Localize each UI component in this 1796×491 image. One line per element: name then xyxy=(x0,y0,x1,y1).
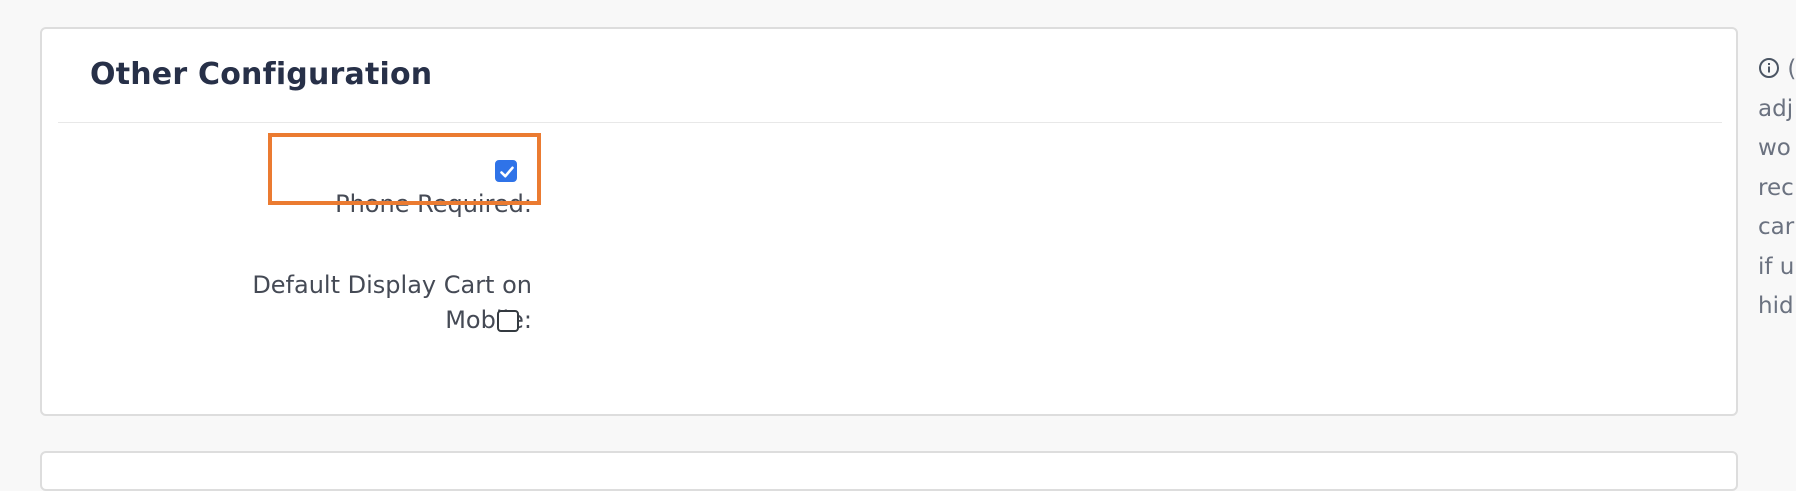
phone-required-label-text: Phone Required: xyxy=(335,190,532,218)
side-note-line-5: car xyxy=(1758,214,1795,240)
info-icon xyxy=(1759,58,1779,78)
side-note-text-1: ( xyxy=(1787,56,1796,82)
side-note-line-4: rec xyxy=(1758,174,1794,201)
phone-required-row: Phone Required: xyxy=(42,163,532,233)
phone-required-label: Phone Required: xyxy=(335,185,532,224)
other-configuration-card: Other Configuration Phone Required: Defa… xyxy=(40,27,1738,416)
default-display-cart-mobile-row: Default Display Cart on Mobile: xyxy=(42,271,532,376)
default-display-cart-mobile-checkbox[interactable] xyxy=(497,310,519,332)
side-note-line-3: wo xyxy=(1758,135,1791,161)
side-note-line-2: adj xyxy=(1758,95,1794,122)
side-note-line-6: if u xyxy=(1758,253,1795,280)
default-display-cart-mobile-label-line1: Default Display Cart on xyxy=(252,271,532,299)
side-note-line-7: hid xyxy=(1758,293,1794,319)
side-help-note: ( adj wo rec car if u hid xyxy=(1758,50,1796,327)
phone-required-checkbox[interactable] xyxy=(495,160,517,182)
default-display-cart-mobile-label: Default Display Cart on Mobile: xyxy=(252,268,532,338)
next-section-card xyxy=(40,451,1738,491)
default-display-cart-mobile-label-line2: Mobile: xyxy=(445,306,532,334)
checkmark-icon xyxy=(500,166,514,178)
section-title: Other Configuration xyxy=(90,57,433,92)
side-note-line-1: ( xyxy=(1758,50,1796,90)
card-header: Other Configuration xyxy=(58,29,1722,123)
